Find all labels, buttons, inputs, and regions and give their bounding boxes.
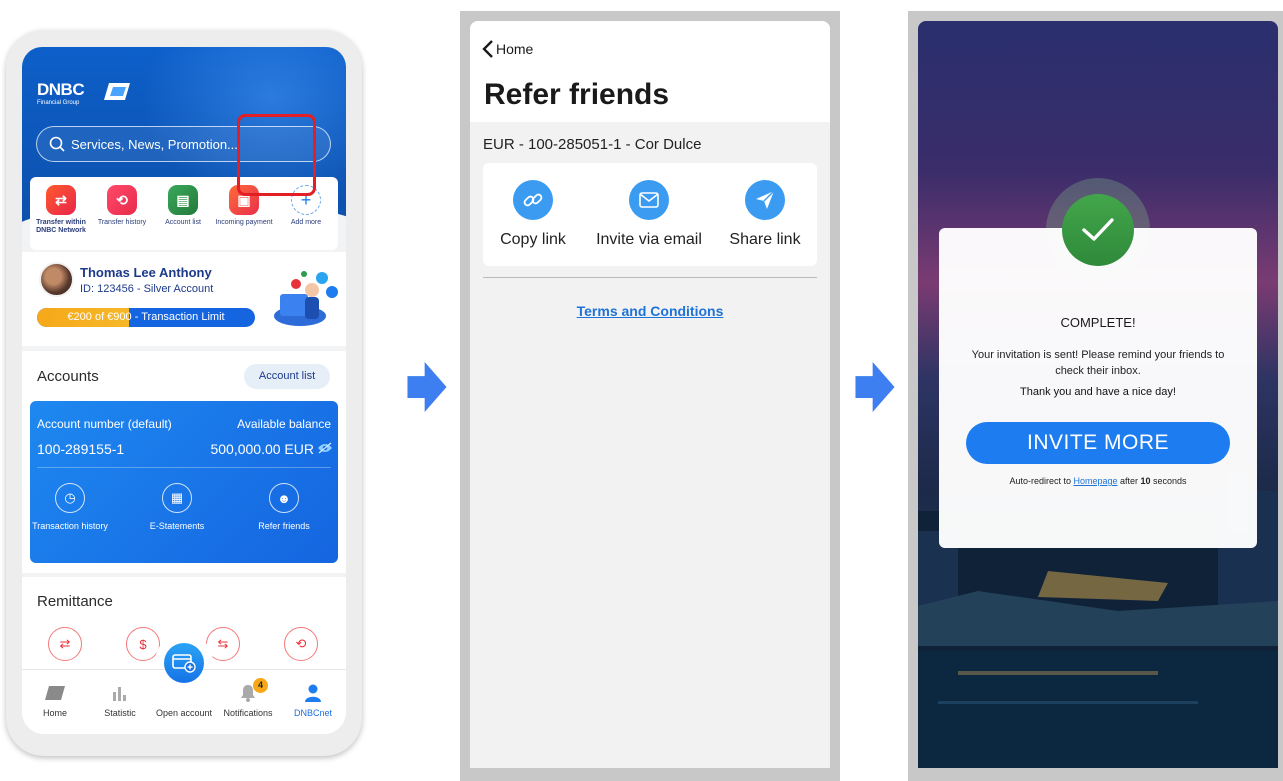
refer-friends-icon: ☻ (269, 483, 299, 513)
share-options: Copy link Invite via email Share link (483, 163, 817, 266)
profile-illustration-icon (274, 271, 338, 326)
open-account-fab[interactable] (164, 643, 204, 683)
tab-dnbcnet[interactable]: DNBCnet (281, 684, 345, 718)
transaction-history-button[interactable]: ◷ Transaction history (30, 483, 110, 532)
quick-action-label: Transfer within DNBC Network (36, 219, 86, 235)
profile-id: ID: 123456 - Silver Account (80, 283, 214, 295)
account-card: Account number (default) Available balan… (30, 401, 338, 563)
profile-name: Thomas Lee Anthony (80, 265, 212, 280)
account-number-label: Account number (default) (37, 417, 172, 431)
search-icon (49, 136, 65, 152)
transaction-history-label: Transaction history (32, 521, 108, 531)
complete-title: COMPLETE! (1060, 315, 1136, 330)
tab-open-account[interactable]: Open account (153, 684, 215, 718)
invite-via-email-label: Invite via email (596, 231, 702, 248)
transaction-limit-bar: €200 of €900 - Transaction Limit (37, 308, 255, 327)
quick-action-transfer-history[interactable]: ⟲ Transfer history (93, 185, 151, 227)
quick-action-account-list[interactable]: ▤ Account list (154, 185, 212, 227)
complete-message: Your invitation is sent! Please remind y… (971, 349, 1225, 377)
copy-link-label: Copy link (500, 231, 566, 248)
tab-notifications-label: Notifications (223, 708, 273, 718)
selected-account[interactable]: EUR - 100-285051-1 - Cor Dulce (483, 136, 701, 153)
invite-via-email-button[interactable]: Invite via email (589, 180, 709, 249)
profile-card: Thomas Lee Anthony ID: 123456 - Silver A… (22, 252, 346, 346)
logo-mark-icon (104, 83, 130, 100)
logo-brand: DNBC (37, 80, 85, 99)
user-icon (305, 684, 321, 702)
terms-and-conditions-link[interactable]: Terms and Conditions (470, 303, 830, 319)
auto-redirect-text: Auto-redirect to Homepage after 10 secon… (1009, 476, 1187, 486)
invite-more-button[interactable]: INVITE MORE (966, 422, 1230, 464)
complete-thanks: Thank you and have a nice day! (1020, 386, 1176, 398)
tab-open-account-label: Open account (155, 708, 213, 718)
refer-friends-highlight (237, 114, 316, 196)
redirect-seconds: 10 (1140, 476, 1151, 486)
share-link-button[interactable]: Share link (719, 180, 811, 249)
refer-friends-header: Home Refer friends (470, 21, 830, 122)
refer-friends-button[interactable]: ☻ Refer friends (244, 483, 324, 532)
quick-action-label: Transfer history (97, 219, 147, 226)
e-statements-button[interactable]: ▦ E-Statements (137, 483, 217, 532)
home-screen: DNBC Financial Group Services, News, Pro… (22, 47, 346, 734)
account-balance: 500,000.00 EUR (210, 441, 314, 457)
link-icon (513, 180, 553, 220)
account-list-icon: ▤ (168, 185, 198, 215)
complete-screen: COMPLETE! Your invitation is sent! Pleas… (918, 21, 1278, 768)
complete-modal: COMPLETE! Your invitation is sent! Pleas… (939, 228, 1257, 548)
open-account-icon (172, 654, 196, 673)
logo-subtitle: Financial Group (37, 100, 80, 106)
arrow-right-icon (407, 362, 447, 412)
quick-action-label: Incoming payment (215, 219, 273, 226)
accounts-title: Accounts (37, 368, 99, 385)
e-statements-label: E-Statements (149, 521, 205, 531)
account-list-button[interactable]: Account list (244, 364, 330, 389)
account-number: 100-289155-1 (37, 441, 125, 457)
share-link-label: Share link (729, 231, 801, 248)
e-statements-icon: ▦ (162, 483, 192, 513)
quick-action-label: Account list (165, 219, 201, 226)
arrow-right-icon (855, 362, 895, 412)
remittance-transfer-icon[interactable]: ⇄ (48, 627, 82, 661)
tab-home[interactable]: Home (23, 684, 87, 718)
transaction-history-icon: ◷ (55, 483, 85, 513)
back-button[interactable]: Home (482, 40, 533, 58)
paper-plane-icon (745, 180, 785, 220)
accounts-section: Accounts Account list Account number (de… (22, 351, 346, 573)
tab-notifications[interactable]: Notifications (216, 684, 280, 718)
transaction-limit-text: €200 of €900 - Transaction Limit (67, 311, 225, 323)
statistic-icon (113, 687, 126, 701)
remittance-history-icon[interactable]: ⟲ (284, 627, 318, 661)
available-balance-label: Available balance (237, 417, 331, 431)
tab-statistic[interactable]: Statistic (88, 684, 152, 718)
homepage-link[interactable]: Homepage (1073, 476, 1117, 486)
refer-friends-screen: Home Refer friends EUR - 100-285051-1 - … (470, 21, 830, 768)
eye-icon[interactable] (317, 442, 333, 454)
success-check-icon (1062, 194, 1134, 266)
back-label: Home (496, 41, 534, 57)
tab-dnbcnet-label: DNBCnet (293, 708, 332, 718)
refer-friends-label: Refer friends (258, 521, 310, 531)
tab-home-label: Home (42, 708, 67, 718)
home-icon (45, 686, 65, 700)
tab-statistic-label: Statistic (104, 708, 136, 718)
copy-link-button[interactable]: Copy link (487, 180, 579, 249)
remittance-title: Remittance (37, 593, 113, 610)
quick-action-label: Add more (290, 219, 322, 226)
history-icon: ⟲ (107, 185, 137, 215)
email-icon (629, 180, 669, 220)
page-title: Refer friends (484, 78, 670, 111)
search-placeholder: Services, News, Promotion... (71, 137, 238, 152)
notification-badge: 4 (253, 678, 268, 693)
quick-action-transfer[interactable]: ⇄ Transfer within DNBC Network (32, 185, 90, 235)
chevron-left-icon (482, 40, 493, 58)
transfer-icon: ⇄ (46, 185, 76, 215)
avatar[interactable] (39, 262, 74, 297)
